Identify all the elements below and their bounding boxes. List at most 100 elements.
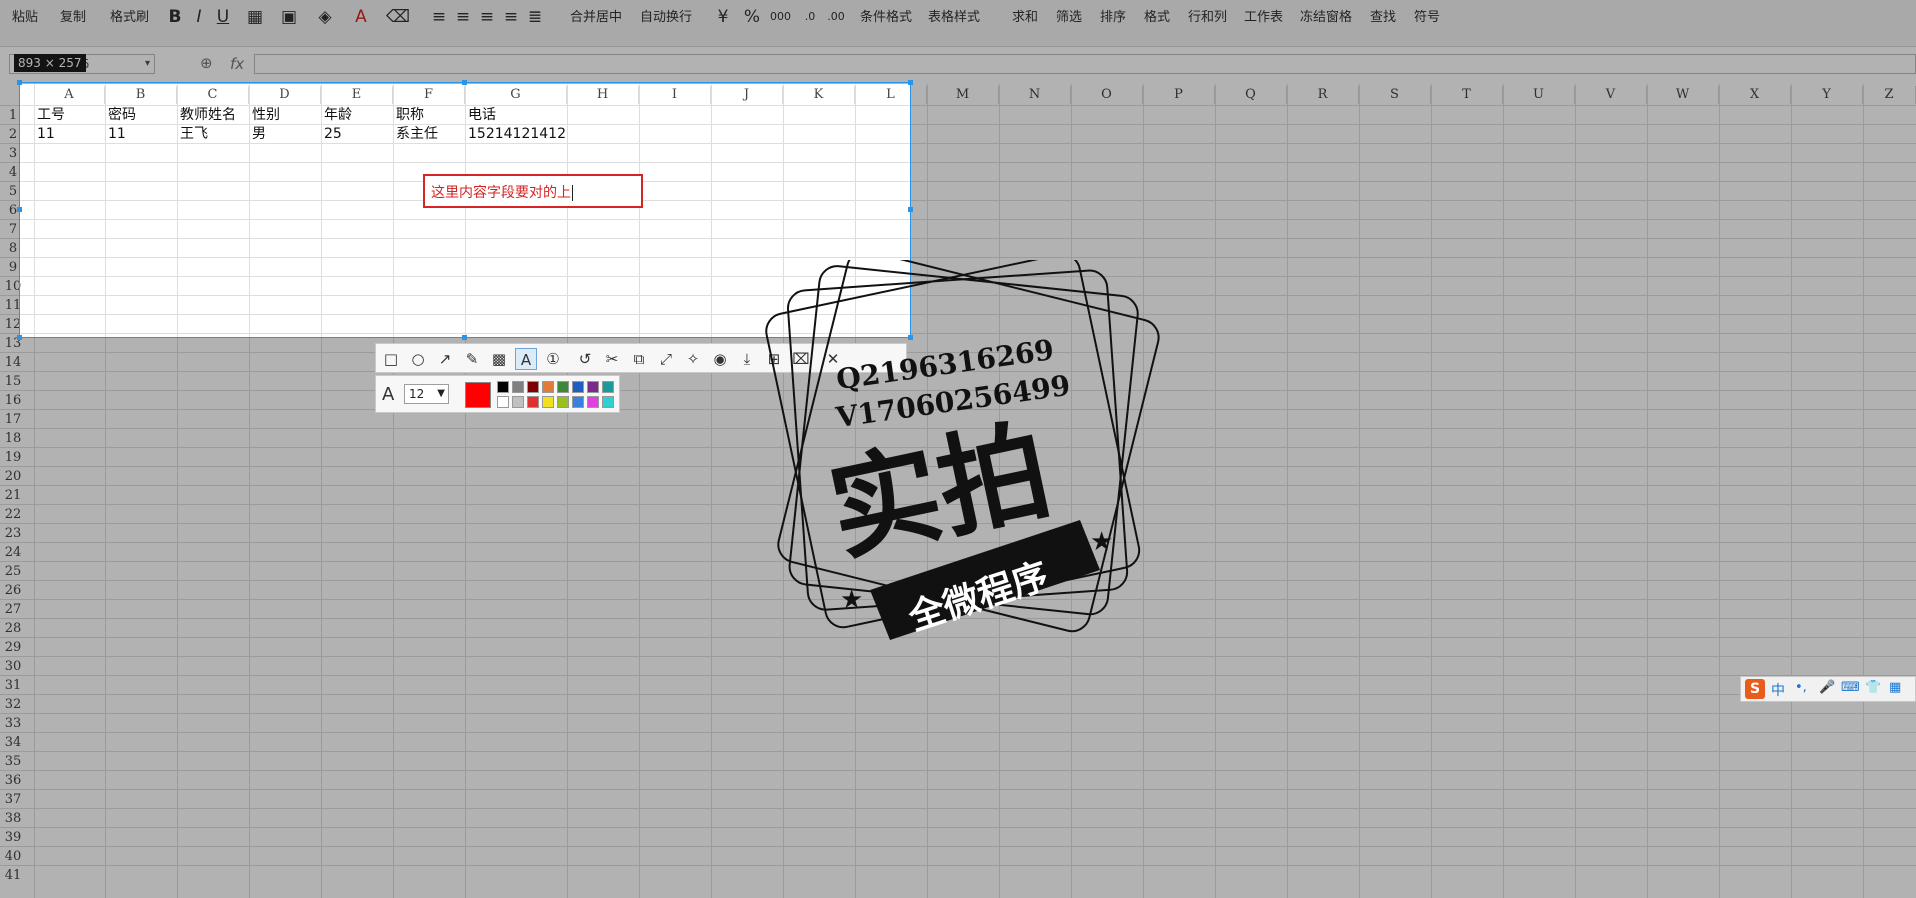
sogou-logo-icon[interactable]: S xyxy=(1745,679,1765,699)
justify-icon[interactable]: ≡ xyxy=(502,6,520,28)
row-header[interactable]: 21 xyxy=(0,486,26,505)
row-header[interactable]: 40 xyxy=(0,847,26,866)
crop-icon[interactable]: ✂ xyxy=(601,348,623,370)
row-header[interactable]: 25 xyxy=(0,562,26,581)
arrow-icon[interactable]: ↗ xyxy=(434,348,456,370)
ime-language[interactable]: 中 xyxy=(1771,680,1785,700)
align-left-icon[interactable]: ≡ xyxy=(430,6,448,28)
bold-button[interactable]: B xyxy=(166,6,184,28)
row-header[interactable]: 27 xyxy=(0,600,26,619)
color-swatch[interactable] xyxy=(587,381,599,393)
capture-region[interactable] xyxy=(19,82,911,338)
column-header[interactable]: U xyxy=(1503,86,1575,104)
skin-icon[interactable]: 👕 xyxy=(1865,680,1881,695)
color-swatch[interactable] xyxy=(587,396,599,408)
highlight-icon[interactable]: ◈ xyxy=(314,6,336,28)
paste-button[interactable]: 粘贴 xyxy=(12,8,38,28)
number-icon[interactable]: ① xyxy=(542,348,564,370)
row-header[interactable]: 18 xyxy=(0,429,26,448)
increase-decimal-icon[interactable]: .0 xyxy=(800,6,820,28)
row-header[interactable]: 34 xyxy=(0,733,26,752)
fill-color-icon[interactable]: ▣ xyxy=(278,6,300,28)
copy-button[interactable]: 复制 xyxy=(60,8,86,28)
color-swatch[interactable] xyxy=(512,381,524,393)
font-color-icon[interactable]: A xyxy=(350,6,372,28)
color-swatch[interactable] xyxy=(602,396,614,408)
scroll-capture-icon[interactable]: ⤢ xyxy=(655,348,677,370)
conditional-format-button[interactable]: 条件格式 xyxy=(860,8,912,28)
symbol-button[interactable]: 符号 xyxy=(1414,8,1440,28)
annotation-textbox[interactable]: 这里内容字段要对的上 xyxy=(423,174,643,208)
color-swatch[interactable] xyxy=(572,381,584,393)
row-header[interactable]: 28 xyxy=(0,619,26,638)
color-swatch[interactable] xyxy=(542,381,554,393)
format-painter-button[interactable]: 格式刷 xyxy=(110,8,149,28)
column-header[interactable]: Z xyxy=(1863,86,1916,104)
resize-handle[interactable] xyxy=(908,80,913,85)
zoom-icon[interactable]: ⊕ xyxy=(200,54,213,72)
close-icon[interactable]: ✕ xyxy=(822,348,844,370)
chevron-down-icon[interactable]: ▾ xyxy=(145,55,150,73)
align-right-icon[interactable]: ≡ xyxy=(478,6,496,28)
ocr-icon[interactable]: ⧉ xyxy=(628,348,650,370)
font-size-select[interactable]: 12 ▼ xyxy=(404,384,449,404)
copy-icon[interactable]: ⊞ xyxy=(763,348,785,370)
row-header[interactable]: 29 xyxy=(0,638,26,657)
column-header[interactable]: Y xyxy=(1791,86,1863,104)
resize-handle[interactable] xyxy=(908,335,913,340)
row-header[interactable]: 37 xyxy=(0,790,26,809)
row-header[interactable]: 35 xyxy=(0,752,26,771)
column-header[interactable]: R xyxy=(1287,86,1359,104)
download-icon[interactable]: ⤓ xyxy=(736,348,758,370)
column-header[interactable]: Q xyxy=(1215,86,1287,104)
undo-icon[interactable]: ↺ xyxy=(574,348,596,370)
current-color-swatch[interactable] xyxy=(465,382,491,408)
color-swatch[interactable] xyxy=(527,396,539,408)
filter-button[interactable]: 筛选 xyxy=(1056,8,1082,28)
decrease-decimal-icon[interactable]: .00 xyxy=(826,6,846,28)
row-header[interactable]: 22 xyxy=(0,505,26,524)
color-swatch[interactable] xyxy=(542,396,554,408)
color-swatch[interactable] xyxy=(497,396,509,408)
sum-button[interactable]: 求和 xyxy=(1012,8,1038,28)
resize-handle[interactable] xyxy=(17,207,22,212)
row-header[interactable]: 19 xyxy=(0,448,26,467)
color-swatch[interactable] xyxy=(602,381,614,393)
row-header[interactable]: 30 xyxy=(0,657,26,676)
menu-icon[interactable]: ▦ xyxy=(1889,680,1901,695)
bookmark-icon[interactable]: ⌧ xyxy=(790,348,812,370)
thousands-icon[interactable]: 000 xyxy=(770,6,791,28)
resize-handle[interactable] xyxy=(17,335,22,340)
percent-button[interactable]: % xyxy=(742,6,762,28)
column-header[interactable]: S xyxy=(1359,86,1431,104)
align-center-icon[interactable]: ≡ xyxy=(454,6,472,28)
freeze-panes-button[interactable]: 冻结窗格 xyxy=(1300,8,1352,28)
row-header[interactable]: 33 xyxy=(0,714,26,733)
column-header[interactable]: T xyxy=(1431,86,1503,104)
italic-button[interactable]: I xyxy=(190,6,208,28)
row-header[interactable]: 24 xyxy=(0,543,26,562)
row-header[interactable]: 32 xyxy=(0,695,26,714)
color-swatch[interactable] xyxy=(497,381,509,393)
row-header[interactable]: 20 xyxy=(0,467,26,486)
worksheet-button[interactable]: 工作表 xyxy=(1244,8,1283,28)
keyboard-icon[interactable]: ⌨ xyxy=(1841,680,1860,695)
wrap-text-button[interactable]: 自动换行 xyxy=(640,8,692,28)
row-header[interactable]: 16 xyxy=(0,391,26,410)
row-header[interactable]: 26 xyxy=(0,581,26,600)
punctuation-icon[interactable]: •, xyxy=(1795,680,1807,695)
resize-handle[interactable] xyxy=(462,335,467,340)
column-header[interactable]: M xyxy=(927,86,999,104)
table-style-button[interactable]: 表格样式 xyxy=(928,8,980,28)
color-swatch[interactable] xyxy=(527,381,539,393)
currency-icon[interactable]: ¥ xyxy=(712,6,734,28)
find-button[interactable]: 查找 xyxy=(1370,8,1396,28)
column-header[interactable]: O xyxy=(1071,86,1143,104)
border-icon[interactable]: ▦ xyxy=(244,6,266,28)
resize-handle[interactable] xyxy=(908,207,913,212)
resize-handle[interactable] xyxy=(462,80,467,85)
row-header[interactable]: 39 xyxy=(0,828,26,847)
pin-icon[interactable]: ✧ xyxy=(682,348,704,370)
rows-columns-button[interactable]: 行和列 xyxy=(1188,8,1227,28)
underline-button[interactable]: U xyxy=(214,6,232,28)
